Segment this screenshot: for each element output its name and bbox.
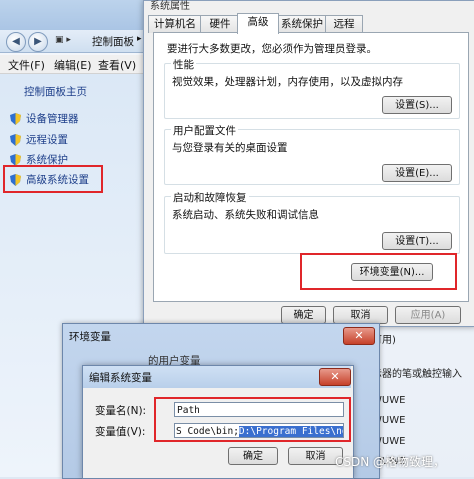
variable-value-label: 变量值(V):: [95, 426, 146, 438]
group-description: 系统启动、系统失败和调试信息: [172, 209, 319, 221]
shield-icon: [10, 133, 21, 146]
sidebar-item-label: 远程设置: [26, 134, 68, 146]
tab-remote[interactable]: 远程: [325, 15, 363, 33]
admin-intro-text: 要进行大多数更改，您必须作为管理员登录。: [167, 43, 377, 55]
highlight-box-variable-fields: [154, 397, 351, 442]
breadcrumb-separator: ▸: [137, 34, 142, 44]
apply-button[interactable]: 应用(A): [395, 306, 461, 324]
group-startup-recovery: 启动和故障恢复 系统启动、系统失败和调试信息 设置(T)...: [164, 190, 460, 254]
tab-system-protection[interactable]: 系统保护: [277, 15, 327, 33]
group-performance: 性能 视觉效果，处理器计划，内存使用，以及虚拟内存 设置(S)...: [164, 57, 460, 119]
edit-dialog-title: 编辑系统变量: [89, 372, 152, 384]
tab-strip: 计算机名 硬件 高级 系统保护 远程: [148, 13, 474, 34]
variable-name-label: 变量名(N):: [95, 405, 147, 417]
forward-arrow-icon[interactable]: ▶: [28, 32, 48, 52]
performance-settings-button[interactable]: 设置(S)...: [382, 96, 452, 114]
breadcrumb[interactable]: 控制面板: [92, 34, 134, 49]
user-profiles-settings-button[interactable]: 设置(E)...: [382, 164, 452, 182]
startup-recovery-settings-button[interactable]: 设置(T)...: [382, 232, 452, 250]
menu-bar: 文件(F) 编辑(E) 查看(V): [0, 55, 150, 74]
sidebar-item-remote-settings[interactable]: 远程设置: [10, 132, 68, 147]
sidebar-item-device-manager[interactable]: 设备管理器: [10, 111, 79, 126]
highlight-box-advanced-settings: [3, 165, 103, 193]
group-label: 性能: [171, 57, 196, 72]
folder-icon: ▣ ▸: [55, 35, 71, 45]
cancel-button[interactable]: 取消: [333, 306, 388, 324]
menu-file[interactable]: 文件(F): [8, 57, 45, 73]
group-user-profiles: 用户配置文件 与您登录有关的桌面设置 设置(E)...: [164, 123, 460, 185]
tab-computer-name[interactable]: 计算机名: [148, 15, 202, 33]
control-panel-home-link[interactable]: 控制面板主页: [24, 84, 87, 99]
env-window-title: 环境变量: [69, 331, 111, 343]
background-text: 示器的笔或触控输入: [372, 369, 462, 380]
shield-icon: [10, 112, 21, 125]
edit-ok-button[interactable]: 确定: [228, 447, 278, 465]
edit-dialog-titlebar: 编辑系统变量 ✕: [83, 366, 351, 388]
highlight-box-env-button: [300, 253, 457, 290]
tab-hardware[interactable]: 硬件: [200, 15, 240, 33]
close-icon[interactable]: ✕: [319, 368, 351, 386]
back-arrow-icon[interactable]: ◀: [6, 32, 26, 52]
shield-icon: [10, 153, 21, 166]
address-bar[interactable]: ◀ ▶ ▣ ▸ 控制面板 ▸: [0, 30, 150, 53]
dialog-title: 系统属性: [150, 1, 190, 12]
group-description: 与您登录有关的桌面设置: [172, 142, 288, 154]
tab-advanced[interactable]: 高级: [237, 13, 279, 34]
ok-button[interactable]: 确定: [281, 306, 326, 324]
sidebar-item-label: 设备管理器: [26, 113, 79, 125]
menu-edit[interactable]: 编辑(E): [54, 57, 92, 73]
group-label: 启动和故障恢复: [171, 190, 249, 205]
close-icon[interactable]: ✕: [343, 327, 375, 345]
group-description: 视觉效果，处理器计划，内存使用，以及虚拟内存: [172, 76, 403, 88]
watermark: CSDN @格物致理，: [335, 455, 446, 469]
menu-view[interactable]: 查看(V): [98, 57, 136, 73]
group-label: 用户配置文件: [171, 123, 238, 138]
